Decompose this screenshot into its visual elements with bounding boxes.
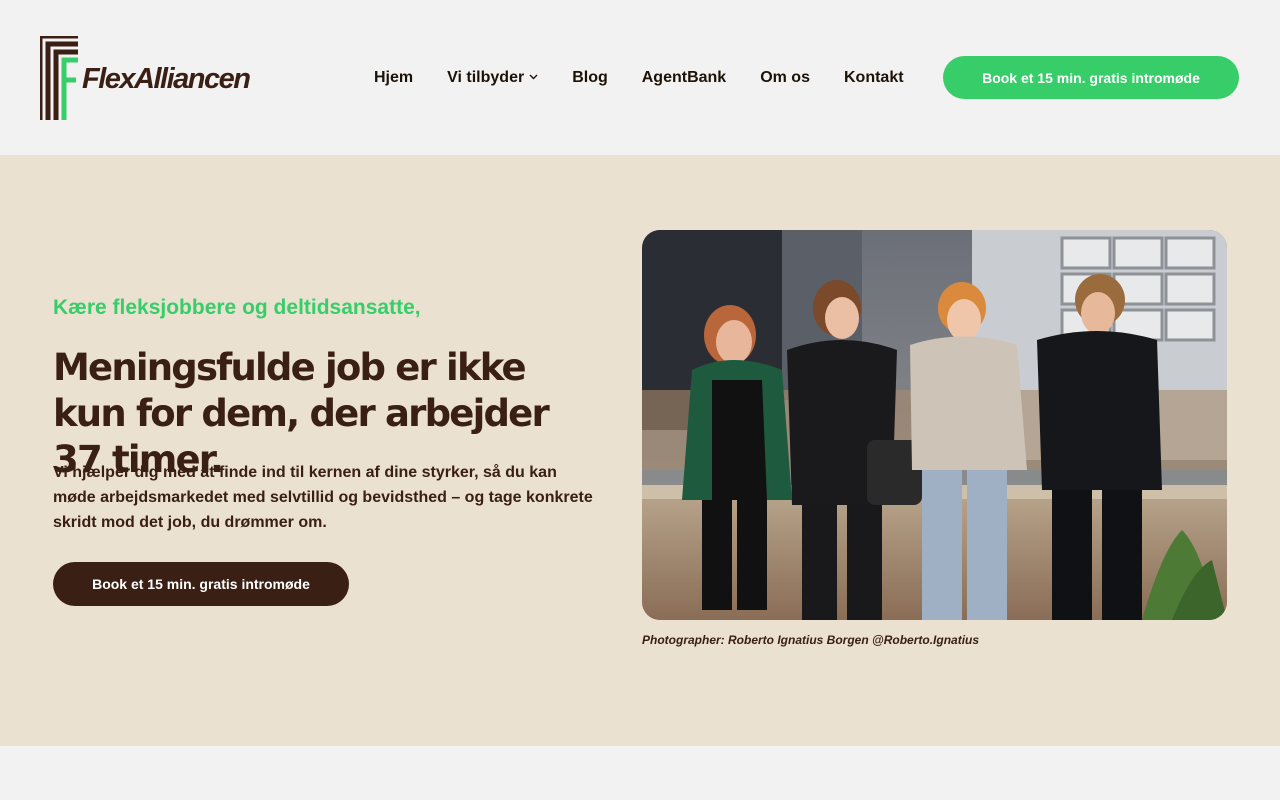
book-intro-meeting-button[interactable]: Book et 15 min. gratis intromøde [943, 56, 1239, 99]
nav-item-label: AgentBank [641, 69, 727, 86]
hero-section: Kære fleksjobbere og deltidsansatte, Men… [0, 155, 1280, 746]
logo[interactable]: FlexAlliancen [40, 36, 251, 120]
nav-item-om-os[interactable]: Om os [760, 69, 810, 87]
hero-greeting: Kære fleksjobbere og deltidsansatte, [53, 296, 421, 319]
nav-item-blog[interactable]: Blog [572, 69, 608, 87]
nav-item-agentbank[interactable]: AgentBank [642, 69, 726, 87]
nav-item-label: Om os [760, 69, 810, 86]
hero-book-intro-meeting-button[interactable]: Book et 15 min. gratis intromøde [53, 562, 349, 606]
nav-item-label: Vi tilbyder [447, 69, 525, 86]
nav-item-hjem[interactable]: Hjem [374, 69, 413, 87]
photo-caption: Photographer: Roberto Ignatius Borgen @R… [642, 633, 980, 647]
logo-text: FlexAlliancen [82, 63, 251, 95]
hero-photo [642, 230, 1227, 620]
nav-item-kontakt[interactable]: Kontakt [844, 69, 904, 87]
nav-item-label: Kontakt [843, 69, 904, 86]
flexalliancen-logo-icon [40, 36, 78, 120]
nav-item-vi-tilbyder[interactable]: Vi tilbyder [447, 69, 538, 87]
hero-body-text: Vi hjælper dig med at finde ind til kern… [53, 464, 593, 531]
chevron-down-icon [529, 73, 538, 83]
nav-item-label: Hjem [374, 69, 414, 86]
main-nav: Hjem Vi tilbyder Blog AgentBank Om os Ko… [374, 66, 904, 90]
site-header: FlexAlliancen Hjem Vi tilbyder Blog Agen… [0, 0, 1280, 155]
nav-item-label: Blog [572, 69, 608, 86]
